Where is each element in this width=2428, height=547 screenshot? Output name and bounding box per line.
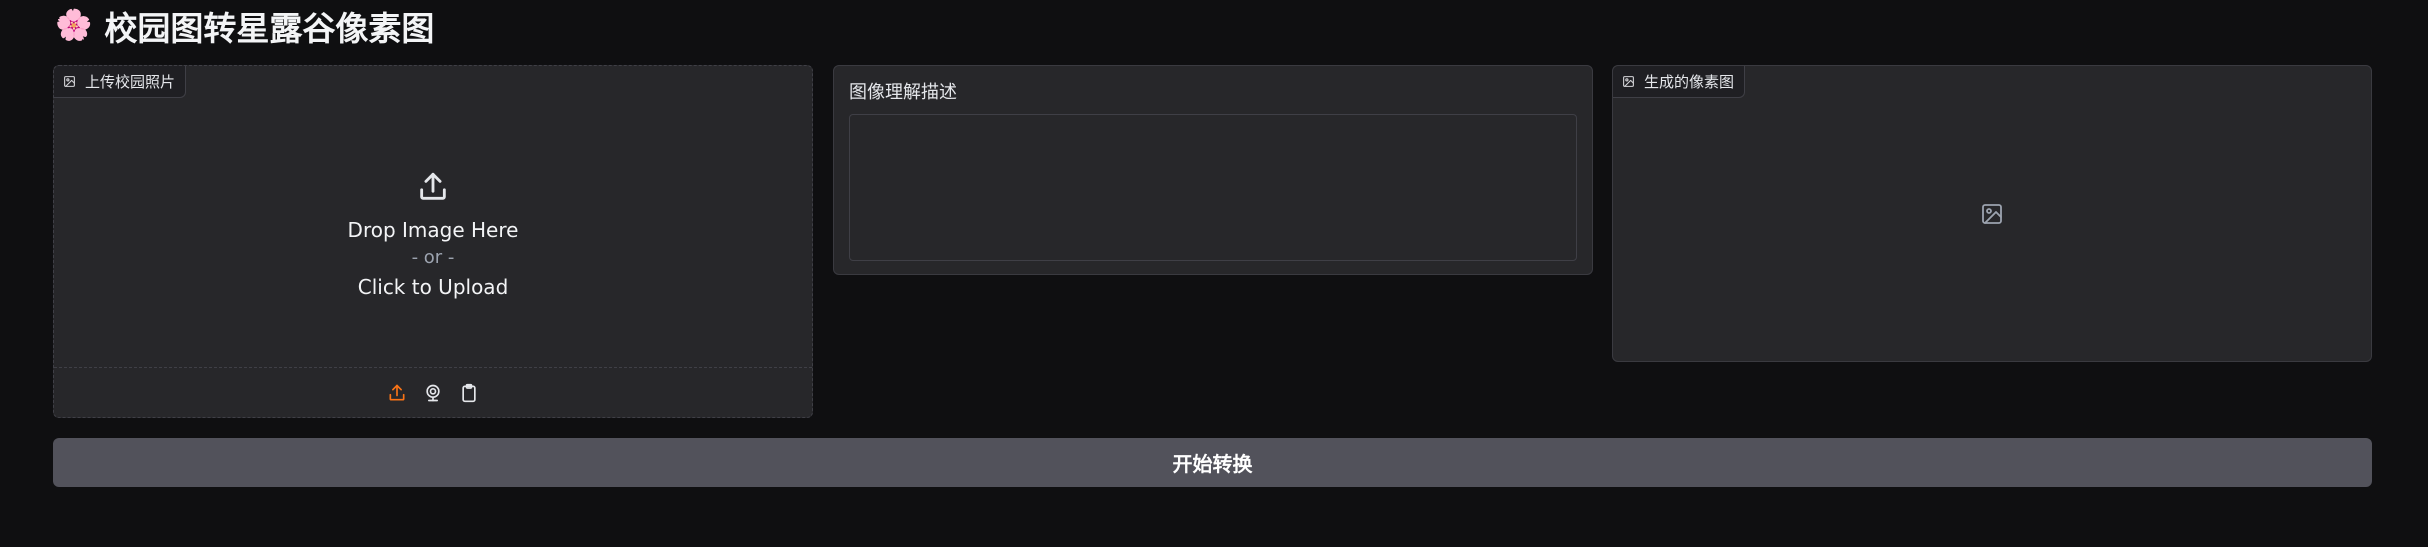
upload-source-button[interactable] [385,381,409,405]
description-panel: 图像理解描述 [833,65,1593,275]
drop-image-text: Drop Image Here [347,218,519,242]
click-to-upload-text: Click to Upload [357,275,509,299]
upload-panel-label: 上传校园照片 [54,66,187,98]
image-icon [62,75,76,89]
page-title: 🌸 校园图转星露谷像素图 [55,2,434,50]
output-panel-label-text: 生成的像素图 [1644,73,1735,91]
page-title-text: 校园图转星露谷像素图 [104,9,435,48]
start-conversion-button[interactable]: 开始转换 [53,438,2372,487]
webcam-source-button[interactable] [421,381,445,405]
upload-icon [420,172,446,200]
description-label: 图像理解描述 [849,82,957,103]
cherry-blossom-icon: 🌸 [55,8,93,43]
upload-image-panel: Drop Image Here - or - Click to Upload 上… [53,65,813,418]
image-placeholder-icon [1982,203,2002,224]
image-drop-zone[interactable]: Drop Image Here - or - Click to Upload [54,66,812,368]
upload-source-icon [389,384,405,400]
description-textarea[interactable] [849,114,1577,261]
or-separator-text: - or - [411,247,455,268]
output-image-placeholder [1613,66,2371,361]
output-panel-label: 生成的像素图 [1613,66,1746,98]
upload-panel-label-text: 上传校园照片 [85,73,176,91]
clipboard-source-icon [462,383,476,402]
clipboard-source-button[interactable] [457,381,481,405]
image-icon [1621,75,1635,89]
webcam-source-icon [426,384,440,401]
image-source-bar [54,367,812,417]
output-image-panel: 生成的像素图 [1612,65,2372,362]
